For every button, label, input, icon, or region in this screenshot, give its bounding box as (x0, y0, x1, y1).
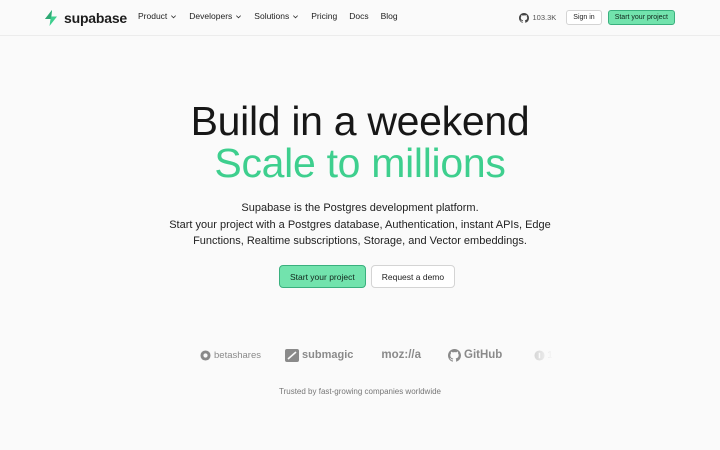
supabase-bolt-icon (45, 10, 57, 26)
betashares-mark-icon (200, 349, 211, 361)
nav-item-label: Product (138, 11, 168, 21)
chevron-down-icon (236, 14, 242, 18)
github-star-count: 103.3K (532, 13, 557, 22)
nav-item-blog[interactable]: Blog (381, 11, 398, 21)
hero-description-line2: Start your project with a Postgres datab… (169, 218, 551, 231)
nav-links: Product Developers Solutions Pricing Doc… (138, 11, 410, 21)
github-stars-link[interactable]: 103.3K (518, 12, 557, 23)
submagic-logo: submagic (285, 348, 354, 362)
hero-description: Supabase is the Postgres development pla… (0, 200, 720, 250)
nav-item-label: Solutions (254, 11, 290, 21)
hero-cta-group: Start your project Request a demo (279, 265, 456, 288)
submagic-mark-icon (285, 348, 300, 362)
chevron-down-icon (171, 14, 177, 18)
nav-actions: 103.3K Sign in Start your project (518, 10, 675, 25)
hero-title-line1: Build in a weekend (190, 98, 530, 144)
hero-title-line2: Scale to millions (214, 140, 506, 186)
nav-item-docs[interactable]: Docs (349, 11, 368, 21)
nav-start-project-button[interactable]: Start your project (607, 10, 675, 25)
supabase-logo[interactable]: supabase (44, 9, 127, 27)
nav-item-pricing[interactable]: Pricing (311, 11, 337, 21)
trusted-by-caption: Trusted by fast-growing companies worldw… (279, 387, 441, 396)
nav-item-solutions[interactable]: Solutions (254, 11, 299, 21)
betashares-logo: betashares (200, 350, 261, 361)
nav-item-label: Developers (189, 11, 233, 21)
nav-item-developers[interactable]: Developers (189, 11, 242, 21)
mozilla-wordmark: moz://a (381, 349, 421, 361)
github-icon (518, 12, 529, 23)
logo-strip-fade (500, 340, 560, 370)
nav-item-label: Blog (380, 11, 398, 21)
nav-item-product[interactable]: Product (138, 11, 177, 21)
top-navbar: supabase Product Developers Solutions Pr… (0, 0, 720, 36)
github-logo: GitHub (448, 348, 503, 362)
mozilla-logo: moz://a (381, 349, 421, 361)
github-wordmark: GitHub (464, 349, 503, 361)
start-project-button[interactable]: Start your project (279, 265, 366, 288)
sign-in-button[interactable]: Sign in (566, 10, 602, 25)
hero-description-line1: Supabase is the Postgres development pla… (241, 202, 479, 214)
request-demo-button[interactable]: Request a demo (370, 265, 456, 288)
betashares-wordmark: betashares (214, 349, 262, 361)
submagic-wordmark: submagic (302, 349, 354, 361)
nav-item-label: Pricing (311, 11, 338, 21)
hero-description-line3: Functions, Realtime subscriptions, Stora… (193, 235, 527, 247)
brand-name: supabase (64, 10, 127, 26)
chevron-down-icon (293, 14, 299, 18)
nav-item-label: Docs (349, 11, 369, 21)
github-mark-icon (448, 348, 461, 362)
